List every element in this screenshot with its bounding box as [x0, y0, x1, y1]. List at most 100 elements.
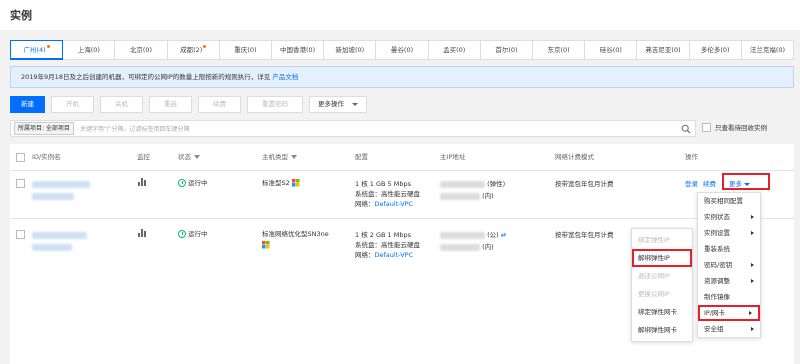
- region-tab-label: 新加坡(0): [335, 46, 365, 54]
- column-header-actions: 操作: [685, 153, 698, 161]
- region-tab[interactable]: 重庆(0): [220, 41, 273, 59]
- notice-doc-link[interactable]: 产品文档: [272, 73, 298, 81]
- row-checkbox[interactable]: [16, 230, 25, 239]
- instance-id-link[interactable]: [32, 230, 87, 240]
- row-divider: [10, 218, 794, 219]
- region-tab-label: 多伦多(0): [700, 46, 730, 54]
- ip-submenu-item: 绑定弹性IP: [632, 231, 692, 249]
- region-tab[interactable]: 北京(0): [115, 41, 168, 59]
- column-header-ip: 主IP地址: [440, 153, 466, 161]
- more-menu-item[interactable]: IP/网卡: [698, 305, 760, 321]
- notice-text: 2019年9月18日及之后创建的机器，可绑定的公网IP的数量上限按新的规则执行，…: [21, 73, 271, 81]
- search-input[interactable]: 所属项目: 全部项目 关键字用"|"分隔，过滤标签用回车键分隔: [10, 120, 696, 137]
- menu-item-label: 重装系统: [704, 245, 730, 253]
- menu-item-label: 退还公网IP: [638, 272, 670, 280]
- menu-item-label: 资源调整: [704, 277, 730, 285]
- vpc-link[interactable]: Default-VPC: [375, 200, 414, 208]
- new-dot-icon: [203, 45, 207, 48]
- highlight-box: [722, 173, 770, 190]
- more-menu-item[interactable]: 资源调整: [698, 273, 760, 289]
- private-ip-type: (内): [482, 192, 494, 200]
- ip-swap-icon[interactable]: ⇄: [501, 231, 506, 239]
- region-tab-label: 东京(0): [547, 46, 570, 54]
- region-tab[interactable]: 东京(0): [533, 41, 586, 59]
- status-label: 运行中: [188, 179, 208, 187]
- recycle-filter[interactable]: 只查看待回收实例: [702, 122, 767, 132]
- title-bar: 实例: [0, 0, 800, 30]
- more-menu-item[interactable]: 安全组: [698, 321, 760, 337]
- region-tab[interactable]: 新加坡(0): [324, 41, 377, 59]
- row-checkbox[interactable]: [16, 179, 25, 188]
- region-tab-label: 中国香港(0): [280, 46, 316, 54]
- stop-button[interactable]: 关机: [100, 95, 143, 113]
- more-menu-item[interactable]: 实例设置: [698, 225, 760, 241]
- renew-button[interactable]: 续费: [198, 95, 241, 113]
- region-tab[interactable]: 广州(4): [10, 40, 64, 60]
- select-all-checkbox[interactable]: [16, 153, 25, 162]
- region-tab[interactable]: 上海(0): [63, 41, 116, 59]
- menu-item-label: 实例设置: [704, 229, 730, 237]
- notice-banner: 2019年9月18日及之后创建的机器，可绑定的公网IP的数量上限按新的规则执行，…: [10, 66, 794, 88]
- more-menu-item[interactable]: 密码/密钥: [698, 257, 760, 273]
- region-tab-label: 北京(0): [129, 46, 153, 54]
- ip-submenu-item[interactable]: 解绑弹性IP: [632, 249, 692, 267]
- ip-submenu-item[interactable]: 解绑弹性网卡: [632, 321, 692, 339]
- chevron-right-icon: [751, 327, 754, 331]
- monitor-chart-icon[interactable]: [138, 178, 147, 189]
- more-menu-item[interactable]: 重装系统: [698, 241, 760, 257]
- config-spec: 1 核 1 GB 5 Mbps: [355, 180, 411, 188]
- page: 实例 广州(4) 上海(0) 北京(0) 成都(2) 重庆(0) 中国香港(0) 新加坡(0…: [0, 0, 800, 364]
- region-tab[interactable]: 曼谷(0): [376, 41, 429, 59]
- reset-password-button[interactable]: 重置密码: [247, 95, 303, 113]
- column-header-id: ID/实例名: [32, 153, 61, 161]
- chevron-right-icon: [751, 279, 754, 283]
- region-tab[interactable]: 多伦多(0): [690, 41, 742, 59]
- region-tab[interactable]: 首尔(0): [481, 41, 534, 59]
- menu-item-label: 绑定弹性IP: [638, 236, 670, 244]
- filter-icon[interactable]: [194, 155, 200, 159]
- config-spec: 1 核 2 GB 1 Mbps: [355, 231, 411, 239]
- vpc-link[interactable]: Default-VPC: [375, 251, 414, 259]
- menu-item-label: IP/网卡: [704, 309, 726, 317]
- region-tabs: 广州(4) 上海(0) 北京(0) 成都(2) 重庆(0) 中国香港(0) 新加坡(0) 曼谷…: [10, 40, 794, 60]
- filter-icon[interactable]: [291, 155, 297, 159]
- more-menu-item[interactable]: 购买相同配置: [698, 193, 760, 209]
- monitor-chart-icon[interactable]: [138, 229, 147, 240]
- region-tab-label: 法兰克福(0): [749, 46, 786, 54]
- menu-item-label: 绑定弹性网卡: [638, 308, 677, 316]
- ip-submenu-item: 退还公网IP: [632, 267, 692, 285]
- more-menu-item[interactable]: 制作镜像: [698, 289, 760, 305]
- region-tab-label: 成都(2): [180, 46, 203, 54]
- more-menu-item[interactable]: 实例状态: [698, 209, 760, 225]
- column-header-status[interactable]: 状态: [178, 144, 200, 170]
- instance-name: [32, 191, 74, 201]
- instance-id-link[interactable]: [32, 179, 90, 189]
- toolbar: 新建 开机 关机 重启 续费 重置密码 更多操作: [10, 95, 367, 113]
- region-tab[interactable]: 孟买(0): [429, 41, 481, 59]
- region-tab[interactable]: 中国香港(0): [272, 41, 325, 59]
- recycle-label: 只查看待回收实例: [715, 124, 767, 132]
- recycle-checkbox[interactable]: [702, 122, 711, 132]
- region-tab[interactable]: 硅谷(0): [585, 41, 638, 59]
- menu-item-label: 制作镜像: [704, 293, 730, 301]
- region-tab[interactable]: 弗吉尼亚(0): [637, 41, 690, 59]
- renew-link[interactable]: 续费: [703, 179, 716, 189]
- column-header-type[interactable]: 主机类型: [262, 144, 297, 170]
- region-tab[interactable]: 成都(2): [168, 41, 220, 59]
- public-ip-type: (公): [487, 231, 499, 239]
- config-disk: 系统盘：高性能云硬盘: [355, 190, 420, 198]
- project-filter-tag[interactable]: 所属项目: 全部项目: [14, 122, 74, 135]
- more-actions-dropdown[interactable]: 更多操作: [309, 95, 367, 113]
- region-tab[interactable]: 法兰克福(0): [742, 41, 793, 59]
- ip-submenu-item[interactable]: 绑定弹性网卡: [632, 303, 692, 321]
- login-link[interactable]: 登录: [685, 179, 698, 189]
- start-button[interactable]: 开机: [51, 95, 94, 113]
- search-icon[interactable]: [681, 124, 691, 134]
- menu-item-label: 实例状态: [704, 213, 730, 221]
- region-tab-label: 广州(4): [23, 46, 46, 54]
- new-button[interactable]: 新建: [10, 95, 45, 113]
- restart-button[interactable]: 重启: [149, 95, 192, 113]
- region-tab-label: 首尔(0): [495, 46, 518, 54]
- menu-item-label: 解绑弹性网卡: [638, 326, 677, 334]
- region-tab-label: 曼谷(0): [390, 46, 414, 54]
